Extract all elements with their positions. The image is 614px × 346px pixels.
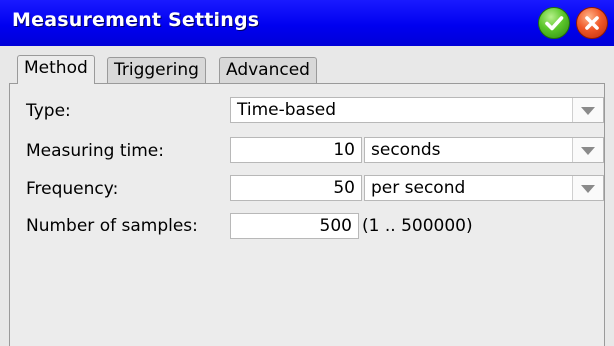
chevron-down-icon[interactable] bbox=[572, 176, 603, 200]
ok-button[interactable] bbox=[538, 7, 570, 39]
samples-input[interactable]: 500 bbox=[230, 213, 359, 239]
type-select[interactable]: Time-based bbox=[230, 97, 604, 123]
frequency-label: Frequency: bbox=[26, 179, 119, 199]
samples-label: Number of samples: bbox=[26, 216, 198, 236]
chevron-down-icon[interactable] bbox=[572, 98, 603, 122]
window-title: Measurement Settings bbox=[12, 9, 260, 31]
tab-advanced[interactable]: Advanced bbox=[219, 57, 317, 83]
measuring-time-input[interactable]: 10 bbox=[230, 137, 362, 163]
measuring-time-unit: seconds bbox=[371, 140, 441, 160]
type-value: Time-based bbox=[237, 100, 337, 120]
close-icon bbox=[585, 16, 599, 30]
type-label: Type: bbox=[26, 101, 71, 121]
title-bar: Measurement Settings bbox=[0, 0, 614, 46]
frequency-unit: per second bbox=[371, 178, 466, 198]
close-button[interactable] bbox=[576, 7, 608, 39]
check-icon bbox=[545, 16, 564, 31]
frequency-unit-select[interactable]: per second bbox=[364, 175, 604, 201]
tab-triggering[interactable]: Triggering bbox=[107, 57, 206, 83]
tab-method[interactable]: Method bbox=[17, 55, 95, 84]
measuring-time-unit-select[interactable]: seconds bbox=[364, 137, 604, 163]
samples-range-hint: (1 .. 500000) bbox=[362, 216, 473, 236]
chevron-down-icon[interactable] bbox=[572, 138, 603, 162]
measuring-time-label: Measuring time: bbox=[26, 141, 164, 161]
frequency-input[interactable]: 50 bbox=[230, 175, 362, 201]
